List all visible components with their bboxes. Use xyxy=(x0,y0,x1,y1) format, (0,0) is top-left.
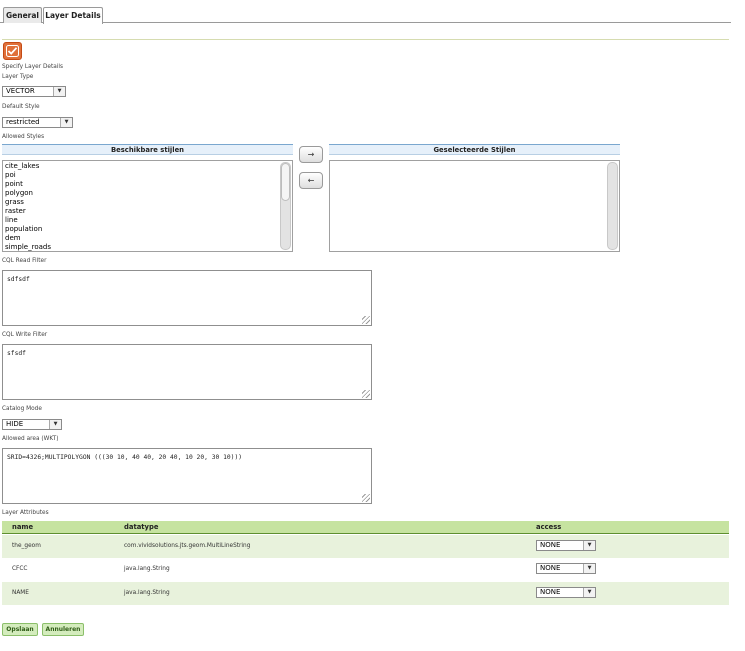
default-style-label: Default Style xyxy=(2,104,40,110)
available-styles-header: Beschikbare stijlen xyxy=(2,144,293,155)
style-option[interactable]: point xyxy=(3,180,292,189)
style-option[interactable]: polygon xyxy=(3,189,292,198)
cql-read-filter-textarea[interactable]: sdfsdf xyxy=(2,270,372,326)
cancel-button[interactable]: Annuleren xyxy=(42,623,84,636)
resize-grip-icon[interactable] xyxy=(362,494,370,502)
column-header-datatype: datatype xyxy=(124,523,159,531)
attributes-table-header: name datatype access xyxy=(2,521,729,534)
style-option[interactable]: line xyxy=(3,216,292,225)
style-option[interactable]: cite_lakes xyxy=(3,162,292,171)
selected-styles-list[interactable] xyxy=(329,160,620,252)
access-select[interactable]: NONE ▼ xyxy=(536,563,596,574)
tab-layer-details[interactable]: Layer Details xyxy=(43,7,103,24)
allowed-area-textarea[interactable]: SRID=4326;MULTIPOLYGON (((30 10, 40 40, … xyxy=(2,448,372,504)
layer-type-value: VECTOR xyxy=(6,87,35,95)
access-value: NONE xyxy=(540,588,561,596)
style-option[interactable]: simple_roads xyxy=(3,243,292,252)
dropdown-arrow-icon: ▼ xyxy=(583,588,595,597)
attribute-datatype: java.lang.String xyxy=(124,590,170,596)
tab-bar xyxy=(0,5,731,23)
attribute-name: the_geom xyxy=(12,543,41,549)
tab-general[interactable]: General xyxy=(3,7,42,23)
scrollbar-thumb[interactable] xyxy=(281,163,290,201)
table-row: CFCC java.lang.String NONE ▼ xyxy=(2,558,729,581)
layer-type-select[interactable]: VECTOR ▼ xyxy=(2,86,66,97)
catalog-mode-label: Catalog Mode xyxy=(2,406,42,412)
cql-write-filter-value: sfsdf xyxy=(7,350,26,357)
default-style-select[interactable]: restricted ▼ xyxy=(2,117,73,128)
cql-write-filter-label: CQL Write Filter xyxy=(2,332,48,338)
access-value: NONE xyxy=(540,564,561,572)
dropdown-arrow-icon: ▼ xyxy=(49,420,61,429)
column-header-access: access xyxy=(536,523,562,531)
table-row: the_geom com.vividsolutions.jts.geom.Mul… xyxy=(2,535,729,558)
checkmark-icon xyxy=(6,45,19,57)
attribute-name: NAME xyxy=(12,590,29,596)
dropdown-arrow-icon: ▼ xyxy=(583,564,595,573)
dropdown-arrow-icon: ▼ xyxy=(53,87,65,96)
add-style-button[interactable]: → xyxy=(299,146,323,163)
specify-layer-details-checkbox[interactable] xyxy=(3,42,22,60)
cql-write-filter-textarea[interactable]: sfsdf xyxy=(2,344,372,400)
allowed-area-value: SRID=4326;MULTIPOLYGON (((30 10, 40 40, … xyxy=(7,454,243,461)
allowed-styles-label: Allowed Styles xyxy=(2,134,45,140)
default-style-value: restricted xyxy=(6,118,40,126)
catalog-mode-select[interactable]: HIDE ▼ xyxy=(2,419,62,430)
table-row: NAME java.lang.String NONE ▼ xyxy=(2,582,729,605)
cql-read-filter-label: CQL Read Filter xyxy=(2,258,47,264)
style-option[interactable]: raster xyxy=(3,207,292,216)
access-value: NONE xyxy=(540,541,561,549)
selected-styles-header: Geselecteerde Stijlen xyxy=(329,144,620,155)
style-option[interactable]: population xyxy=(3,225,292,234)
scrollbar[interactable] xyxy=(280,162,291,250)
divider xyxy=(2,39,729,40)
attribute-datatype: java.lang.String xyxy=(124,566,170,572)
access-select[interactable]: NONE ▼ xyxy=(536,540,596,551)
scrollbar[interactable] xyxy=(607,162,618,250)
attribute-name: CFCC xyxy=(12,566,28,572)
dropdown-arrow-icon: ▼ xyxy=(583,541,595,550)
layer-attributes-label: Layer Attributes xyxy=(2,510,49,516)
available-styles-list[interactable]: cite_lakes poi point polygon grass raster line… xyxy=(2,160,293,252)
remove-style-button[interactable]: ← xyxy=(299,172,323,189)
catalog-mode-value: HIDE xyxy=(6,420,24,428)
resize-grip-icon[interactable] xyxy=(362,390,370,398)
layer-type-label: Layer Type xyxy=(2,74,34,80)
style-option[interactable]: dem xyxy=(3,234,292,243)
attribute-datatype: com.vividsolutions.jts.geom.MultiLineStr… xyxy=(124,543,251,549)
resize-grip-icon[interactable] xyxy=(362,316,370,324)
allowed-area-label: Allowed area (WKT) xyxy=(2,436,59,442)
column-header-name: name xyxy=(12,523,34,531)
access-select[interactable]: NONE ▼ xyxy=(536,587,596,598)
cql-read-filter-value: sdfsdf xyxy=(7,276,30,283)
save-button[interactable]: Opslaan xyxy=(2,623,38,636)
style-option[interactable]: grass xyxy=(3,198,292,207)
style-option[interactable]: poi xyxy=(3,171,292,180)
specify-layer-details-label: Specify Layer Details xyxy=(2,64,64,70)
dropdown-arrow-icon: ▼ xyxy=(60,118,72,127)
